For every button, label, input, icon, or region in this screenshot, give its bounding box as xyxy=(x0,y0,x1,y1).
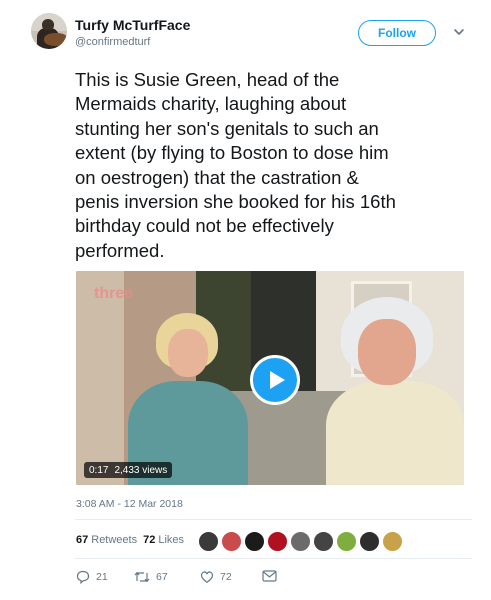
liker-avatar[interactable] xyxy=(267,531,288,552)
engagement-stats: 67 Retweets 72 Likes xyxy=(76,534,184,546)
liker-avatar[interactable] xyxy=(198,531,219,552)
tweet-line: performed. xyxy=(75,239,165,261)
liker-avatar[interactable] xyxy=(313,531,334,552)
play-icon xyxy=(270,371,285,389)
liker-avatar[interactable] xyxy=(336,531,357,552)
video-views: 2,433 views xyxy=(114,464,168,476)
like-count: 72 xyxy=(220,571,232,583)
retweet-count: 67 xyxy=(156,571,168,583)
tweet-text: This is Susie Green, head of the Mermaid… xyxy=(75,68,475,263)
envelope-icon xyxy=(262,570,277,582)
tweet-line: penis inversion she booked for his 16th xyxy=(75,191,396,213)
tweet-line: stunting her son's genitals to such an xyxy=(75,117,379,139)
user-handle[interactable]: @confirmedturf xyxy=(75,36,150,48)
divider xyxy=(75,519,472,520)
retweet-icon xyxy=(134,572,150,582)
liker-avatar[interactable] xyxy=(290,531,311,552)
user-display-name[interactable]: Turfy McTurfFace xyxy=(75,17,190,33)
tweet-line: This is Susie Green, head of the xyxy=(75,69,340,90)
likes-stat[interactable]: 72 Likes xyxy=(143,534,184,546)
liker-avatar[interactable] xyxy=(244,531,265,552)
channel-watermark: three xyxy=(94,285,134,302)
video-duration: 0:17 xyxy=(89,464,109,476)
reply-count: 21 xyxy=(96,571,108,583)
reply-action[interactable]: 21 xyxy=(76,570,108,584)
liker-avatar[interactable] xyxy=(359,531,380,552)
liker-avatar[interactable] xyxy=(382,531,403,552)
play-button[interactable] xyxy=(250,355,300,405)
retweets-count: 67 xyxy=(76,534,89,546)
retweets-stat[interactable]: 67 Retweets xyxy=(76,534,137,546)
reply-icon xyxy=(76,570,90,584)
tweet-line: birthday could not be effectively xyxy=(75,215,334,237)
retweets-label: Retweets xyxy=(91,534,138,546)
like-action[interactable]: 72 xyxy=(200,570,232,584)
divider xyxy=(75,558,472,559)
retweet-action[interactable]: 67 xyxy=(134,570,168,584)
likes-label: Likes xyxy=(158,534,185,546)
video-info-badge: 0:17 2,433 views xyxy=(84,462,173,478)
follow-button[interactable]: Follow xyxy=(358,20,436,46)
tweet-line: Mermaids charity, laughing about xyxy=(75,93,347,115)
direct-message-action[interactable] xyxy=(262,570,277,582)
tweet-timestamp[interactable]: 3:08 AM - 12 Mar 2018 xyxy=(76,498,183,510)
tweet-line: on oestrogen) that the castration & xyxy=(75,166,359,188)
heart-icon xyxy=(200,571,214,584)
chevron-down-icon[interactable] xyxy=(453,26,465,38)
user-avatar[interactable] xyxy=(31,13,67,49)
liker-avatar[interactable] xyxy=(221,531,242,552)
video-player[interactable]: three 0:17 2,433 views xyxy=(76,271,464,485)
tweet-card: Turfy McTurfFace @confirmedturf Follow T… xyxy=(0,0,491,600)
likes-count: 72 xyxy=(143,534,156,546)
tweet-line: extent (by flying to Boston to dose him xyxy=(75,142,389,164)
